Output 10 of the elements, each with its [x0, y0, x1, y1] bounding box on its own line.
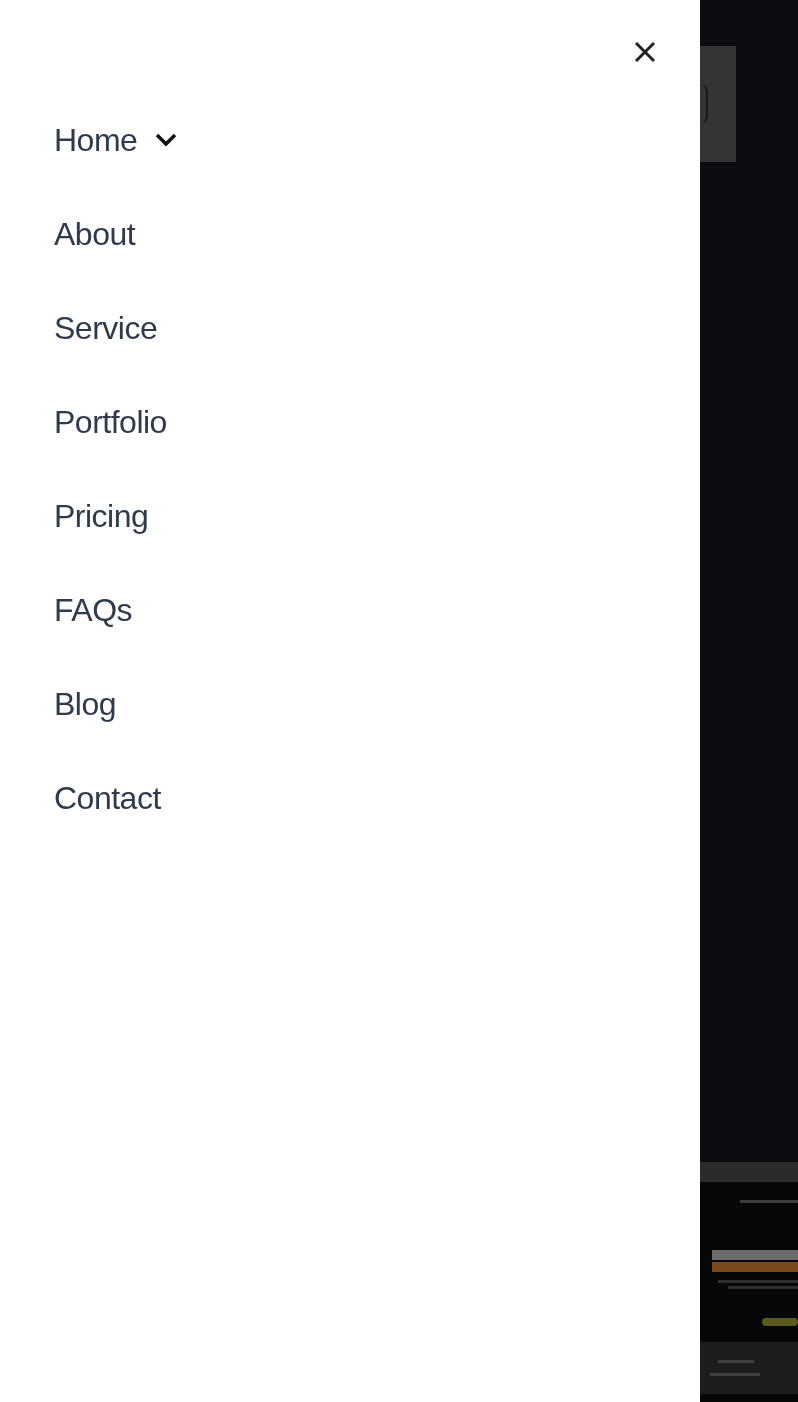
- menu-link[interactable]: About: [54, 214, 136, 254]
- chevron-down-icon[interactable]: [155, 133, 178, 147]
- menu-link[interactable]: FAQs: [54, 590, 132, 630]
- close-icon: [634, 41, 656, 63]
- menu-link[interactable]: Home: [54, 120, 138, 160]
- menu-link[interactable]: Contact: [54, 778, 161, 818]
- menu-link[interactable]: Service: [54, 308, 158, 348]
- menu-link[interactable]: Blog: [54, 684, 117, 724]
- menu-link[interactable]: Pricing: [54, 496, 149, 536]
- menu-link[interactable]: Portfolio: [54, 402, 167, 442]
